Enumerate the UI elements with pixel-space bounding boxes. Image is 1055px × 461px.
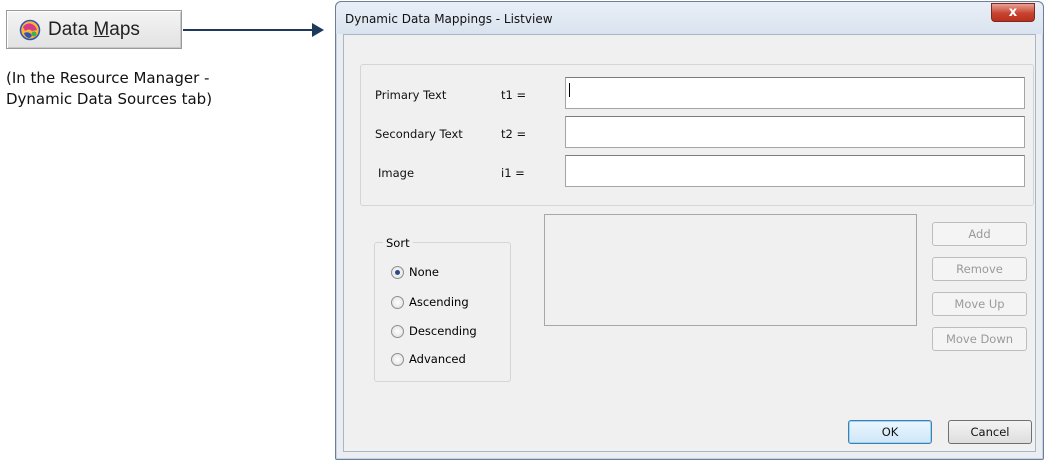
caption-line-2: Dynamic Data Sources tab)	[6, 90, 213, 108]
ok-button[interactable]: OK	[848, 420, 932, 444]
sort-title: Sort	[383, 236, 413, 250]
callout-arrow-line	[183, 29, 317, 31]
move-down-button[interactable]: Move Down	[932, 327, 1027, 351]
dialog-client-area: Primary Text t1 = Secondary Text t2 = Im…	[343, 34, 1036, 452]
sort-none-label: None	[409, 265, 440, 279]
sort-fields-listbox[interactable]	[544, 214, 917, 326]
close-icon: x	[1008, 5, 1018, 20]
radio-icon	[391, 295, 404, 309]
primary-text-label: Primary Text	[375, 88, 447, 102]
data-maps-icon	[19, 19, 41, 40]
sort-descending-label: Descending	[409, 324, 477, 338]
title-bar: Dynamic Data Mappings - Listview x	[336, 2, 1043, 34]
i1-label: i1 =	[501, 166, 525, 180]
text-caret	[569, 83, 570, 97]
sort-none-radio[interactable]: None	[391, 264, 439, 280]
data-maps-button[interactable]: Data Maps	[6, 10, 182, 49]
radio-icon	[391, 324, 404, 338]
remove-button[interactable]: Remove	[932, 257, 1027, 281]
callout-arrow-icon	[312, 23, 324, 37]
dynamic-data-mappings-dialog: Dynamic Data Mappings - Listview x Prima…	[335, 1, 1044, 460]
primary-text-input[interactable]	[565, 77, 1025, 109]
radio-icon	[391, 352, 404, 366]
radio-selected-icon	[391, 265, 404, 279]
dialog-title: Dynamic Data Mappings - Listview	[345, 12, 553, 26]
t1-label: t1 =	[501, 88, 527, 102]
sort-group: Sort None Ascending Descending Advanced	[374, 236, 511, 382]
image-label: Image	[378, 166, 415, 180]
sort-ascending-label: Ascending	[409, 295, 469, 309]
sort-descending-radio[interactable]: Descending	[391, 323, 477, 339]
mapping-fields-group: Primary Text t1 = Secondary Text t2 = Im…	[360, 64, 1034, 206]
sort-advanced-radio[interactable]: Advanced	[391, 351, 466, 367]
sort-ascending-radio[interactable]: Ascending	[391, 294, 469, 310]
secondary-text-input[interactable]	[565, 116, 1025, 148]
caption-line-1: (In the Resource Manager -	[6, 69, 210, 87]
move-up-button[interactable]: Move Up	[932, 292, 1027, 316]
image-input[interactable]	[565, 155, 1025, 187]
cancel-button[interactable]: Cancel	[948, 420, 1032, 444]
caption: (In the Resource Manager - Dynamic Data …	[6, 68, 306, 110]
data-maps-label: Data Maps	[48, 18, 140, 40]
close-button[interactable]: x	[991, 3, 1035, 22]
add-button[interactable]: Add	[932, 222, 1027, 246]
sort-advanced-label: Advanced	[409, 352, 466, 366]
secondary-text-label: Secondary Text	[375, 127, 463, 141]
t2-label: t2 =	[501, 127, 527, 141]
